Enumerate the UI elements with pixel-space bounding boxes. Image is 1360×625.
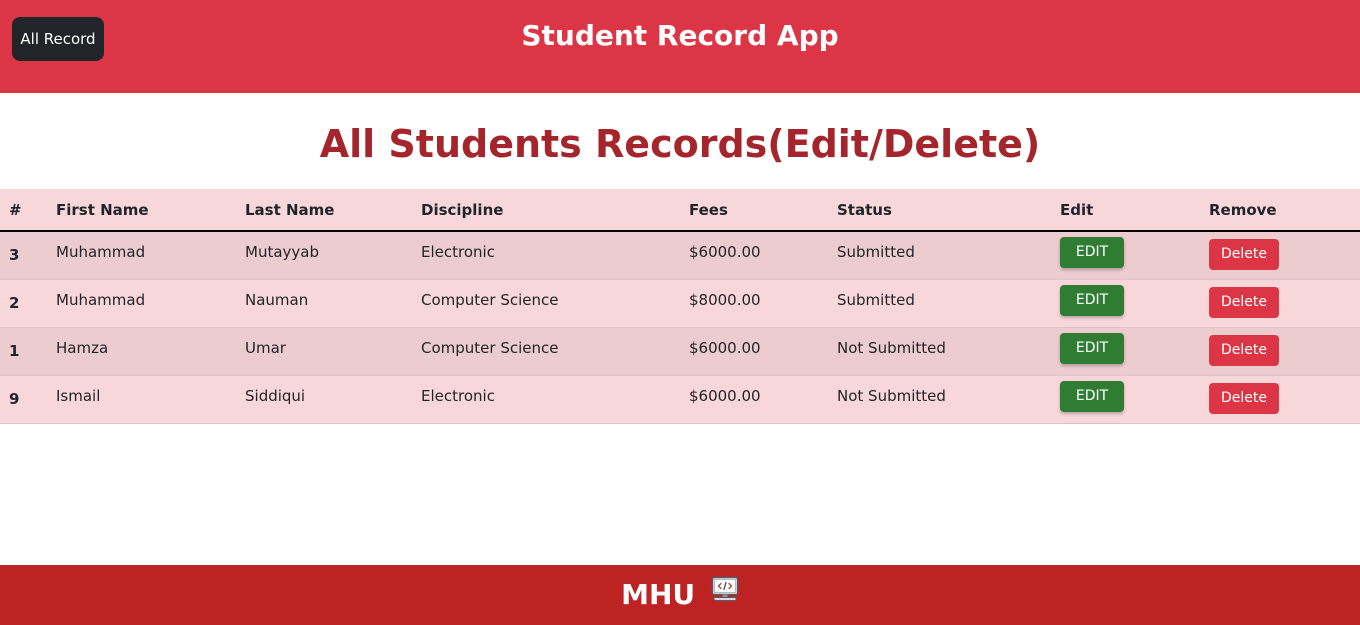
row-fees: $6000.00 [689,243,761,262]
table-header: # First Name Last Name Discipline Fees S… [0,189,1360,232]
page-title: All Students Records(Edit/Delete) [319,122,1041,166]
row-fees: $8000.00 [689,291,761,309]
delete-button[interactable]: Delete [1209,238,1279,270]
column-header-first-name: First Name [47,189,236,232]
row-index: 2 [9,294,20,312]
table-body: 3 Muhammad Mutayyab Electronic $6000.00 … [0,231,1360,423]
footer-brand: MHU [621,578,696,611]
row-last-name: Siddiqui [245,387,306,405]
row-edit-cell: EDIT [1051,231,1200,279]
row-first-name: Muhammad [56,243,146,262]
row-discipline: Electronic [421,387,495,405]
row-remove-cell: Delete [1200,375,1360,423]
edit-button[interactable]: EDIT [1060,285,1124,316]
student-records-table: # First Name Last Name Discipline Fees S… [0,189,1360,424]
row-status: Not Submitted [837,387,946,405]
table-row: 1 Hamza Umar Computer Science $6000.00 N… [0,327,1360,375]
app-title: Student Record App [521,19,839,52]
column-header-index: # [0,189,47,232]
edit-button[interactable]: EDIT [1060,237,1124,269]
row-status: Submitted [837,243,915,262]
row-index: 1 [9,342,20,360]
app-footer: MHU [0,565,1360,625]
row-discipline: Computer Science [421,291,559,309]
table-header-row: # First Name Last Name Discipline Fees S… [0,189,1360,232]
row-edit-cell: EDIT [1051,279,1200,327]
table-row: 2 Muhammad Nauman Computer Science $8000… [0,279,1360,327]
row-first-name: Hamza [56,339,109,357]
row-last-name: Nauman [245,291,309,309]
row-discipline: Electronic [421,243,495,262]
row-last-name: Umar [245,339,286,357]
column-header-edit: Edit [1051,189,1200,232]
app-header: All Record Student Record App [0,0,1360,93]
row-index: 9 [9,390,20,408]
row-edit-cell: EDIT [1051,375,1200,423]
row-first-name: Ismail [56,387,101,405]
delete-button[interactable]: Delete [1209,382,1279,414]
column-header-status: Status [828,189,1051,232]
row-remove-cell: Delete [1200,327,1360,375]
edit-button[interactable]: EDIT [1060,381,1124,412]
row-status: Not Submitted [837,339,946,357]
column-header-remove: Remove [1200,189,1360,232]
edit-button[interactable]: EDIT [1060,333,1124,364]
delete-button[interactable]: Delete [1209,286,1279,318]
row-fees: $6000.00 [689,387,761,405]
app-root: All Record Student Record App All Studen… [0,0,1360,625]
row-edit-cell: EDIT [1051,327,1200,375]
column-header-discipline: Discipline [412,189,680,232]
row-first-name: Muhammad [56,291,146,309]
computer-code-icon [711,563,739,623]
row-remove-cell: Delete [1200,279,1360,327]
row-remove-cell: Delete [1200,231,1360,279]
table-row: 9 Ismail Siddiqui Electronic $6000.00 No… [0,375,1360,423]
table-row: 3 Muhammad Mutayyab Electronic $6000.00 … [0,231,1360,279]
row-discipline: Computer Science [421,339,559,357]
row-index: 3 [9,246,20,265]
row-last-name: Mutayyab [245,243,319,262]
delete-button[interactable]: Delete [1209,334,1279,366]
column-header-last-name: Last Name [236,189,412,232]
row-fees: $6000.00 [689,339,761,357]
row-status: Submitted [837,291,915,309]
column-header-fees: Fees [680,189,828,232]
